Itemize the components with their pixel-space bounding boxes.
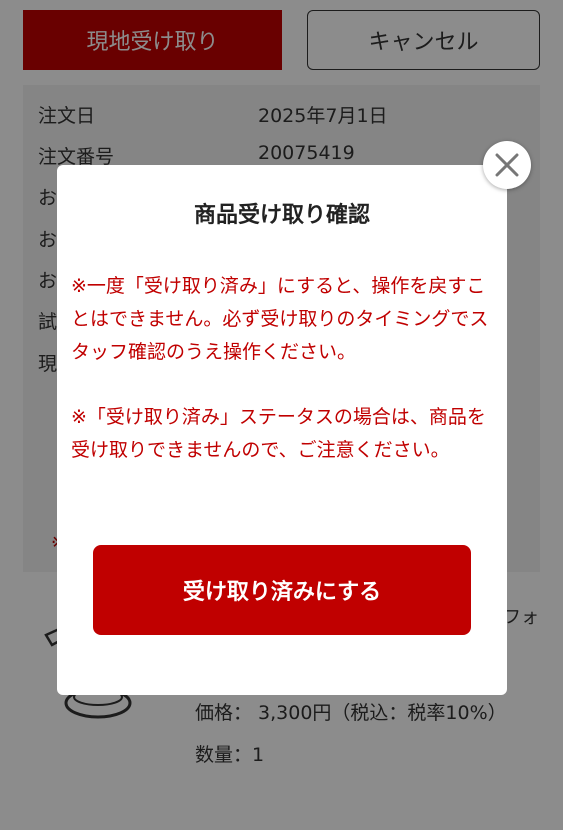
close-icon: [495, 153, 519, 177]
dialog-warning-2: ※「受け取り済み」ステータスの場合は、商品を受け取りできませんので、ご注意くださ…: [71, 406, 486, 461]
close-dialog-button[interactable]: [483, 141, 531, 189]
dialog-warning-1: ※一度「受け取り済み」にすると、操作を戻すことはできません。必ず受け取りのタイミ…: [71, 275, 489, 363]
dialog-title: 商品受け取り確認: [193, 203, 370, 228]
confirm-pickup-button[interactable]: 受け取り済みにする: [93, 545, 471, 635]
pickup-confirm-dialog: 商品受け取り確認 ※一度「受け取り済み」にすると、操作を戻すことはできません。必…: [57, 165, 507, 695]
